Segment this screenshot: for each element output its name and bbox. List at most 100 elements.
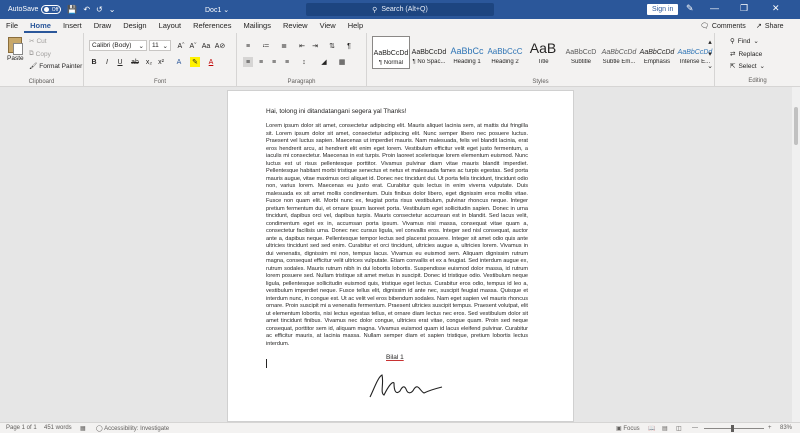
style-preview: AaBbCcDd <box>411 49 447 56</box>
paste-button[interactable]: Paste <box>7 37 24 62</box>
page-count[interactable]: Page 1 of 1 <box>6 425 37 431</box>
change-case-icon[interactable]: Aa <box>201 41 211 51</box>
zoom-slider[interactable] <box>704 428 764 429</box>
justify-icon[interactable]: ≡ <box>282 57 292 67</box>
align-right-icon[interactable]: ≡ <box>269 57 279 67</box>
subscript-icon[interactable]: x₂ <box>144 57 154 67</box>
font-label: Font <box>153 79 166 85</box>
zoom-out-icon[interactable]: — <box>692 425 698 431</box>
cut-button[interactable]: ✂ Cut <box>29 37 47 46</box>
superscript-icon[interactable]: x² <box>156 57 166 67</box>
share-button[interactable]: ↗ Share <box>756 20 784 32</box>
select-button[interactable]: ⇱ Select ⌄ <box>730 62 765 71</box>
shading-icon[interactable]: ◢ <box>319 57 329 67</box>
highlight-icon[interactable]: ✎ <box>190 57 200 67</box>
print-layout-icon[interactable]: ▤ <box>662 425 668 432</box>
bullets-icon[interactable]: ≡ <box>243 41 253 51</box>
redo-icon[interactable]: ↺ <box>96 5 103 14</box>
tab-design[interactable]: Design <box>117 19 152 33</box>
copy-button[interactable]: ⧉ Copy <box>29 50 51 58</box>
paste-label: Paste <box>7 55 24 62</box>
proofing-icon[interactable]: ▦ <box>80 425 86 432</box>
minimize-icon[interactable]: — <box>710 3 719 13</box>
save-icon[interactable]: 💾 <box>67 5 77 14</box>
accessibility-status[interactable]: ◯ Accessibility: Investigate <box>96 425 169 432</box>
sort-icon[interactable]: ⇅ <box>327 41 337 51</box>
increase-indent-icon[interactable]: ⇥ <box>310 41 320 51</box>
vertical-scrollbar[interactable] <box>792 87 800 422</box>
style-preview: AaBbCcDd <box>639 49 675 56</box>
styles-more-icon[interactable]: ⌄ <box>705 61 715 71</box>
underline-icon[interactable]: U <box>115 57 125 67</box>
style-name: Emphasis <box>643 59 671 65</box>
italic-icon[interactable]: I <box>102 57 112 67</box>
font-size-select[interactable]: 11 ⌄ <box>149 40 171 51</box>
tab-home[interactable]: Home <box>24 19 57 33</box>
close-icon[interactable]: ✕ <box>772 3 780 14</box>
style-title[interactable]: AaB Title <box>524 36 562 69</box>
tab-view[interactable]: View <box>314 19 342 33</box>
tab-draw[interactable]: Draw <box>88 19 118 33</box>
tab-references[interactable]: References <box>187 19 237 33</box>
tab-mailings[interactable]: Mailings <box>237 19 277 33</box>
focus-button[interactable]: ▣ Focus <box>616 425 640 432</box>
show-marks-icon[interactable]: ¶ <box>344 41 354 51</box>
numbering-icon[interactable]: ≔ <box>261 41 271 51</box>
tab-file[interactable]: File <box>0 19 24 33</box>
style-normal[interactable]: AaBbCcDd ¶ Normal <box>372 36 410 69</box>
line-spacing-icon[interactable]: ↕ <box>299 57 309 67</box>
pen-icon[interactable]: ✎ <box>686 3 694 14</box>
zoom-in-icon[interactable]: + <box>768 425 772 431</box>
format-painter-button[interactable]: 🖌 Format Painter <box>29 62 82 71</box>
signin-button[interactable]: Sign in <box>647 4 679 15</box>
style-heading-2[interactable]: AaBbCcC Heading 2 <box>486 36 524 69</box>
text-effects-icon[interactable]: A <box>174 57 184 67</box>
style-no-spacing[interactable]: AaBbCcDd ¶ No Spac... <box>410 36 448 69</box>
font-name-select[interactable]: Calibri (Body) ⌄ <box>89 40 147 51</box>
web-layout-icon[interactable]: ◫ <box>676 425 682 432</box>
grow-font-icon[interactable]: Aˆ <box>176 41 186 51</box>
shrink-font-icon[interactable]: Aˇ <box>188 41 198 51</box>
style-heading-1[interactable]: AaBbCc Heading 1 <box>448 36 486 69</box>
document-page[interactable]: Hai, tolong ini ditandatangani segera ya… <box>227 90 574 422</box>
restore-icon[interactable]: ❐ <box>740 3 748 14</box>
align-center-icon[interactable]: ≡ <box>256 57 266 67</box>
comments-button[interactable]: 🗨 Comments <box>700 20 746 32</box>
editing-label: Editing <box>748 78 767 84</box>
zoom-slider-thumb[interactable] <box>731 425 734 432</box>
styles-scroll-up-icon[interactable]: ▴ <box>705 37 715 47</box>
borders-icon[interactable]: ▦ <box>337 57 347 67</box>
styles-scroll-down-icon[interactable]: ▾ <box>705 49 715 59</box>
scrollbar-thumb[interactable] <box>794 107 798 145</box>
autosave[interactable]: AutoSave Off <box>8 5 62 14</box>
tab-help[interactable]: Help <box>342 19 369 33</box>
undo-icon[interactable]: ↶ <box>83 5 90 14</box>
multilevel-list-icon[interactable]: ≣ <box>279 41 289 51</box>
zoom-level[interactable]: 83% <box>780 425 792 431</box>
decrease-indent-icon[interactable]: ⇤ <box>297 41 307 51</box>
tab-review[interactable]: Review <box>277 19 314 33</box>
customize-qat-icon[interactable]: ⌄ <box>109 5 116 14</box>
text-cursor <box>266 359 267 368</box>
tab-insert[interactable]: Insert <box>57 19 88 33</box>
find-button[interactable]: ⚲ Find ⌄ <box>730 37 759 46</box>
align-left-icon[interactable]: ≡ <box>243 57 253 67</box>
search-box[interactable]: ⚲ Search (Alt+Q) <box>306 3 494 16</box>
style-subtitle[interactable]: AaBbCcD Subtitle <box>562 36 600 69</box>
bold-icon[interactable]: B <box>89 57 99 67</box>
select-icon: ⇱ <box>730 63 736 70</box>
word-count[interactable]: 451 words <box>44 425 72 431</box>
clear-formatting-icon[interactable]: A⊘ <box>215 41 226 51</box>
autosave-toggle[interactable]: Off <box>41 5 62 14</box>
accessibility-label: Accessibility: Investigate <box>104 426 170 432</box>
font-color-icon[interactable]: A <box>206 57 216 67</box>
replace-icon: ⇄ <box>730 51 736 58</box>
style-subtle-emphasis[interactable]: AaBbCcDd Subtle Em... <box>600 36 638 69</box>
strikethrough-icon[interactable]: ab <box>130 57 140 67</box>
style-emphasis[interactable]: AaBbCcDd Emphasis <box>638 36 676 69</box>
replace-button[interactable]: ⇄ Replace <box>730 50 762 59</box>
tab-layout[interactable]: Layout <box>153 19 188 33</box>
read-mode-icon[interactable]: 📖 <box>648 425 655 432</box>
document-name[interactable]: Doc1 ⌄ <box>205 6 229 14</box>
style-name: Heading 1 <box>453 59 481 65</box>
